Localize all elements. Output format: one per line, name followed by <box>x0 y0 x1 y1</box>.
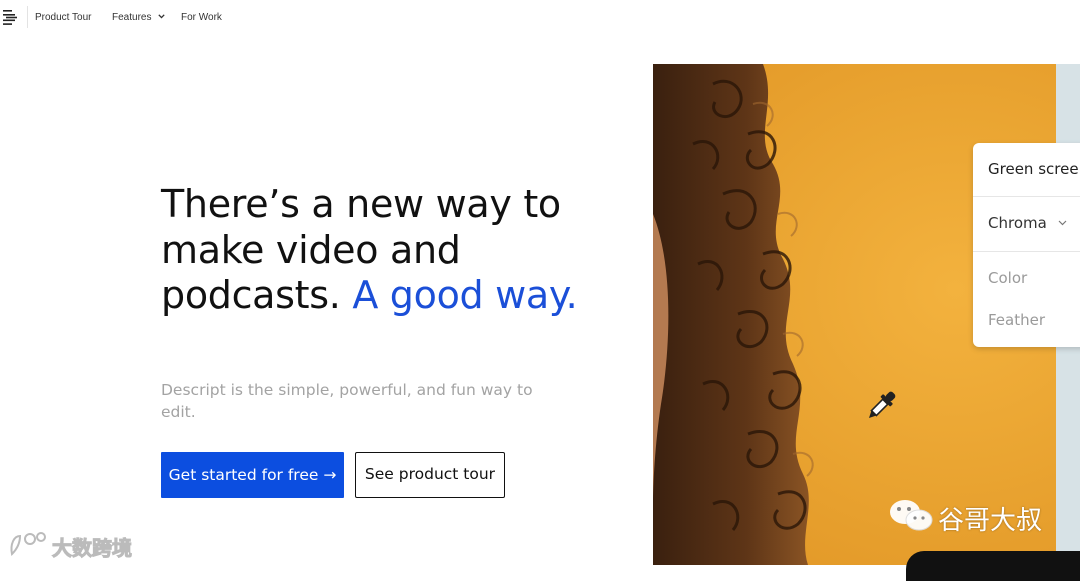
green-screen-panel: Green scree Chroma Color Feather <box>973 143 1080 347</box>
hero-headline: There’s a new way to make video and podc… <box>161 182 581 319</box>
chevron-down-icon <box>158 14 165 19</box>
hero-subtext: Descript is the simple, powerful, and fu… <box>161 381 533 421</box>
watermark-right: 谷哥大叔 <box>888 498 1042 536</box>
chroma-select[interactable]: Chroma <box>988 214 1067 232</box>
watermark-left: 大数跨境 <box>8 530 133 561</box>
descript-logo-icon[interactable] <box>3 10 17 25</box>
top-nav: Product Tour Features For Work <box>0 0 1080 36</box>
nav-product-tour-label: Product Tour <box>35 12 92 23</box>
chevron-down-icon <box>1058 220 1067 226</box>
nav-features[interactable]: Features <box>112 12 165 23</box>
watermark-left-text: 大数跨境 <box>52 536 133 561</box>
nav-features-label: Features <box>112 12 152 23</box>
panel-divider <box>973 196 1080 197</box>
wechat-icon <box>890 500 933 531</box>
watermark-right-text: 谷哥大叔 <box>938 506 1043 536</box>
nav-divider <box>27 6 28 28</box>
green-screen-title: Green scree <box>988 160 1079 178</box>
feather-field-label: Feather <box>988 311 1046 329</box>
see-product-tour-button[interactable]: See product tour <box>355 452 505 498</box>
get-started-button[interactable]: Get started for free → <box>161 452 344 498</box>
nav-for-work[interactable]: For Work <box>181 12 222 23</box>
chat-widget-button[interactable] <box>906 551 1080 581</box>
nav-for-work-label: For Work <box>181 12 222 23</box>
watermark-logo-icon <box>10 532 46 557</box>
eyedropper-icon[interactable] <box>860 386 902 426</box>
panel-divider <box>973 251 1080 252</box>
color-field-label: Color <box>988 269 1028 287</box>
nav-product-tour[interactable]: Product Tour <box>35 12 92 23</box>
headline-accent: A good way. <box>352 273 578 317</box>
chroma-select-value: Chroma <box>988 214 1047 232</box>
